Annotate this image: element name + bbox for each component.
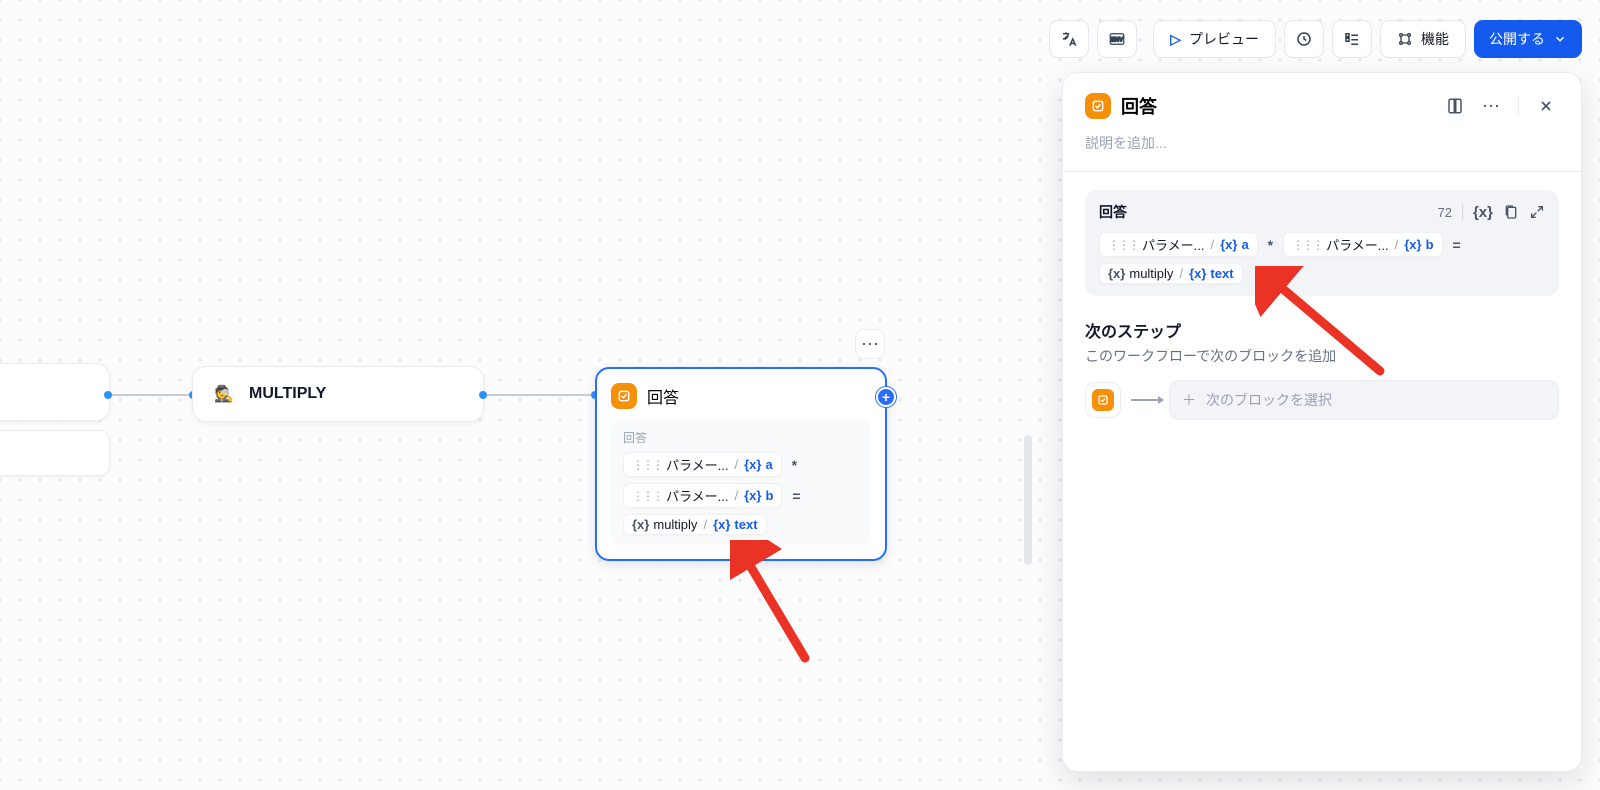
param-b-token[interactable]: ⋮⋮⋮ パラメー... / {x} b bbox=[1283, 232, 1442, 257]
preview-label: プレビュー bbox=[1189, 29, 1259, 49]
history-button[interactable] bbox=[1284, 20, 1324, 58]
op-equals: = bbox=[1449, 237, 1465, 253]
param-b-token[interactable]: ⋮⋮⋮ パラメー... / {x} b bbox=[623, 483, 782, 508]
next-step-row: ＋ 次のブロックを選択 bbox=[1085, 380, 1559, 420]
op-star: * bbox=[1264, 237, 1277, 253]
expand-button[interactable] bbox=[1529, 204, 1545, 220]
panel-token-row-result[interactable]: {x} multiply / {x} text bbox=[1099, 263, 1545, 284]
panel-token-row-a[interactable]: ⋮⋮⋮ パラメー... / {x} a * ⋮⋮⋮ パラメー... / {x} … bbox=[1099, 232, 1545, 257]
current-block-chip bbox=[1085, 382, 1121, 418]
grid-icon: ⋮⋮⋮ bbox=[632, 458, 662, 472]
top-toolbar: ENV ▷ プレビュー 機能 公開する bbox=[1049, 20, 1582, 58]
param-a-token[interactable]: ⋮⋮⋮ パラメー... / {x} a bbox=[623, 452, 782, 477]
answer-config-label: 回答 bbox=[1099, 202, 1428, 222]
answer-node-icon bbox=[611, 383, 637, 409]
side-panel: 回答 ⋯ 説明を追加... 回答 72 {x} bbox=[1062, 72, 1582, 772]
answer-body-label: 回答 bbox=[623, 429, 859, 446]
translate-icon bbox=[1060, 30, 1078, 48]
env-icon: ENV bbox=[1108, 30, 1126, 48]
svg-text:ENV: ENV bbox=[1111, 37, 1123, 43]
arrow-icon bbox=[1131, 399, 1159, 401]
expand-icon bbox=[1529, 204, 1545, 220]
op-equals: = bbox=[788, 488, 804, 504]
publish-button[interactable]: 公開する bbox=[1474, 20, 1582, 58]
panel-title: 回答 bbox=[1121, 93, 1157, 119]
features-button[interactable]: 機能 bbox=[1380, 20, 1466, 58]
publish-label: 公開する bbox=[1489, 29, 1545, 49]
char-count: 72 bbox=[1438, 205, 1452, 220]
panel-close-button[interactable] bbox=[1533, 93, 1559, 119]
answer-icon-small bbox=[1092, 389, 1114, 411]
next-block-selector[interactable]: ＋ 次のブロックを選択 bbox=[1169, 380, 1559, 420]
grid-icon: ⋮⋮⋮ bbox=[1292, 238, 1322, 252]
answer-node-title: 回答 bbox=[647, 384, 679, 408]
multiply-node-icon: 🕵️ bbox=[211, 381, 237, 407]
insert-variable-button[interactable]: {x} bbox=[1473, 204, 1493, 221]
token-row-result: {x} multiply / {x} text bbox=[623, 514, 859, 535]
next-step-subtitle: このワークフローで次のブロックを追加 bbox=[1085, 346, 1559, 366]
op-star: * bbox=[788, 457, 801, 473]
node-add-handle[interactable]: + bbox=[876, 387, 896, 407]
close-icon bbox=[1538, 98, 1554, 114]
grid-icon: ⋮⋮⋮ bbox=[1108, 238, 1138, 252]
answer-node-header: 回答 bbox=[611, 383, 871, 409]
answer-config-box: 回答 72 {x} ⋮⋮⋮ パラメー... / {x} a * ⋮⋮ bbox=[1085, 190, 1559, 296]
next-step-title: 次のステップ bbox=[1085, 318, 1559, 342]
node-more-button[interactable]: ⋯ bbox=[855, 329, 885, 359]
book-icon bbox=[1446, 97, 1464, 115]
features-icon bbox=[1397, 31, 1413, 47]
features-label: 機能 bbox=[1421, 29, 1449, 49]
history-icon bbox=[1295, 30, 1313, 48]
panel-more-button[interactable]: ⋯ bbox=[1478, 93, 1504, 119]
plus-icon: ＋ bbox=[1182, 390, 1196, 410]
answer-node-body: 回答 ⋮⋮⋮ パラメー... / {x} a * ⋮⋮⋮ パラメー... / {… bbox=[611, 419, 871, 545]
token-row-a: ⋮⋮⋮ パラメー... / {x} a * bbox=[623, 452, 859, 477]
checklist-button[interactable] bbox=[1332, 20, 1372, 58]
preview-button[interactable]: ▷ プレビュー bbox=[1153, 20, 1276, 58]
edge-start-to-multiply bbox=[108, 394, 193, 396]
multiply-text-token[interactable]: {x} multiply / {x} text bbox=[623, 514, 767, 535]
braces-icon: {x} bbox=[1473, 204, 1493, 221]
answer-node[interactable]: + 回答 回答 ⋮⋮⋮ パラメー... / {x} a * ⋮⋮⋮ パラメー..… bbox=[595, 367, 887, 561]
canvas-scrollbar[interactable] bbox=[1024, 435, 1032, 565]
clipboard-icon bbox=[1503, 204, 1519, 220]
panel-header: 回答 ⋯ bbox=[1085, 93, 1559, 119]
next-block-placeholder: 次のブロックを選択 bbox=[1206, 390, 1332, 410]
env-button[interactable]: ENV bbox=[1097, 20, 1137, 58]
play-icon: ▷ bbox=[1170, 31, 1181, 48]
grid-icon: ⋮⋮⋮ bbox=[632, 489, 662, 503]
chevron-down-icon bbox=[1553, 32, 1567, 46]
translate-button[interactable] bbox=[1049, 20, 1089, 58]
multiply-node-title: MULTIPLY bbox=[249, 385, 326, 403]
canvas-node-partial-start[interactable] bbox=[0, 363, 110, 421]
edge-multiply-to-answer bbox=[483, 394, 595, 396]
multiply-text-token[interactable]: {x} multiply / {x} text bbox=[1099, 263, 1243, 284]
description-input[interactable]: 説明を追加... bbox=[1085, 133, 1559, 153]
canvas-node-partial-content bbox=[0, 430, 110, 476]
param-a-token[interactable]: ⋮⋮⋮ パラメー... / {x} a bbox=[1099, 232, 1258, 257]
multiply-node[interactable]: 🕵️ MULTIPLY bbox=[192, 366, 484, 422]
clipboard-button[interactable] bbox=[1503, 204, 1519, 220]
checklist-icon bbox=[1343, 30, 1361, 48]
token-row-b: ⋮⋮⋮ パラメー... / {x} b = bbox=[623, 483, 859, 508]
docs-button[interactable] bbox=[1442, 93, 1468, 119]
panel-icon bbox=[1085, 93, 1111, 119]
